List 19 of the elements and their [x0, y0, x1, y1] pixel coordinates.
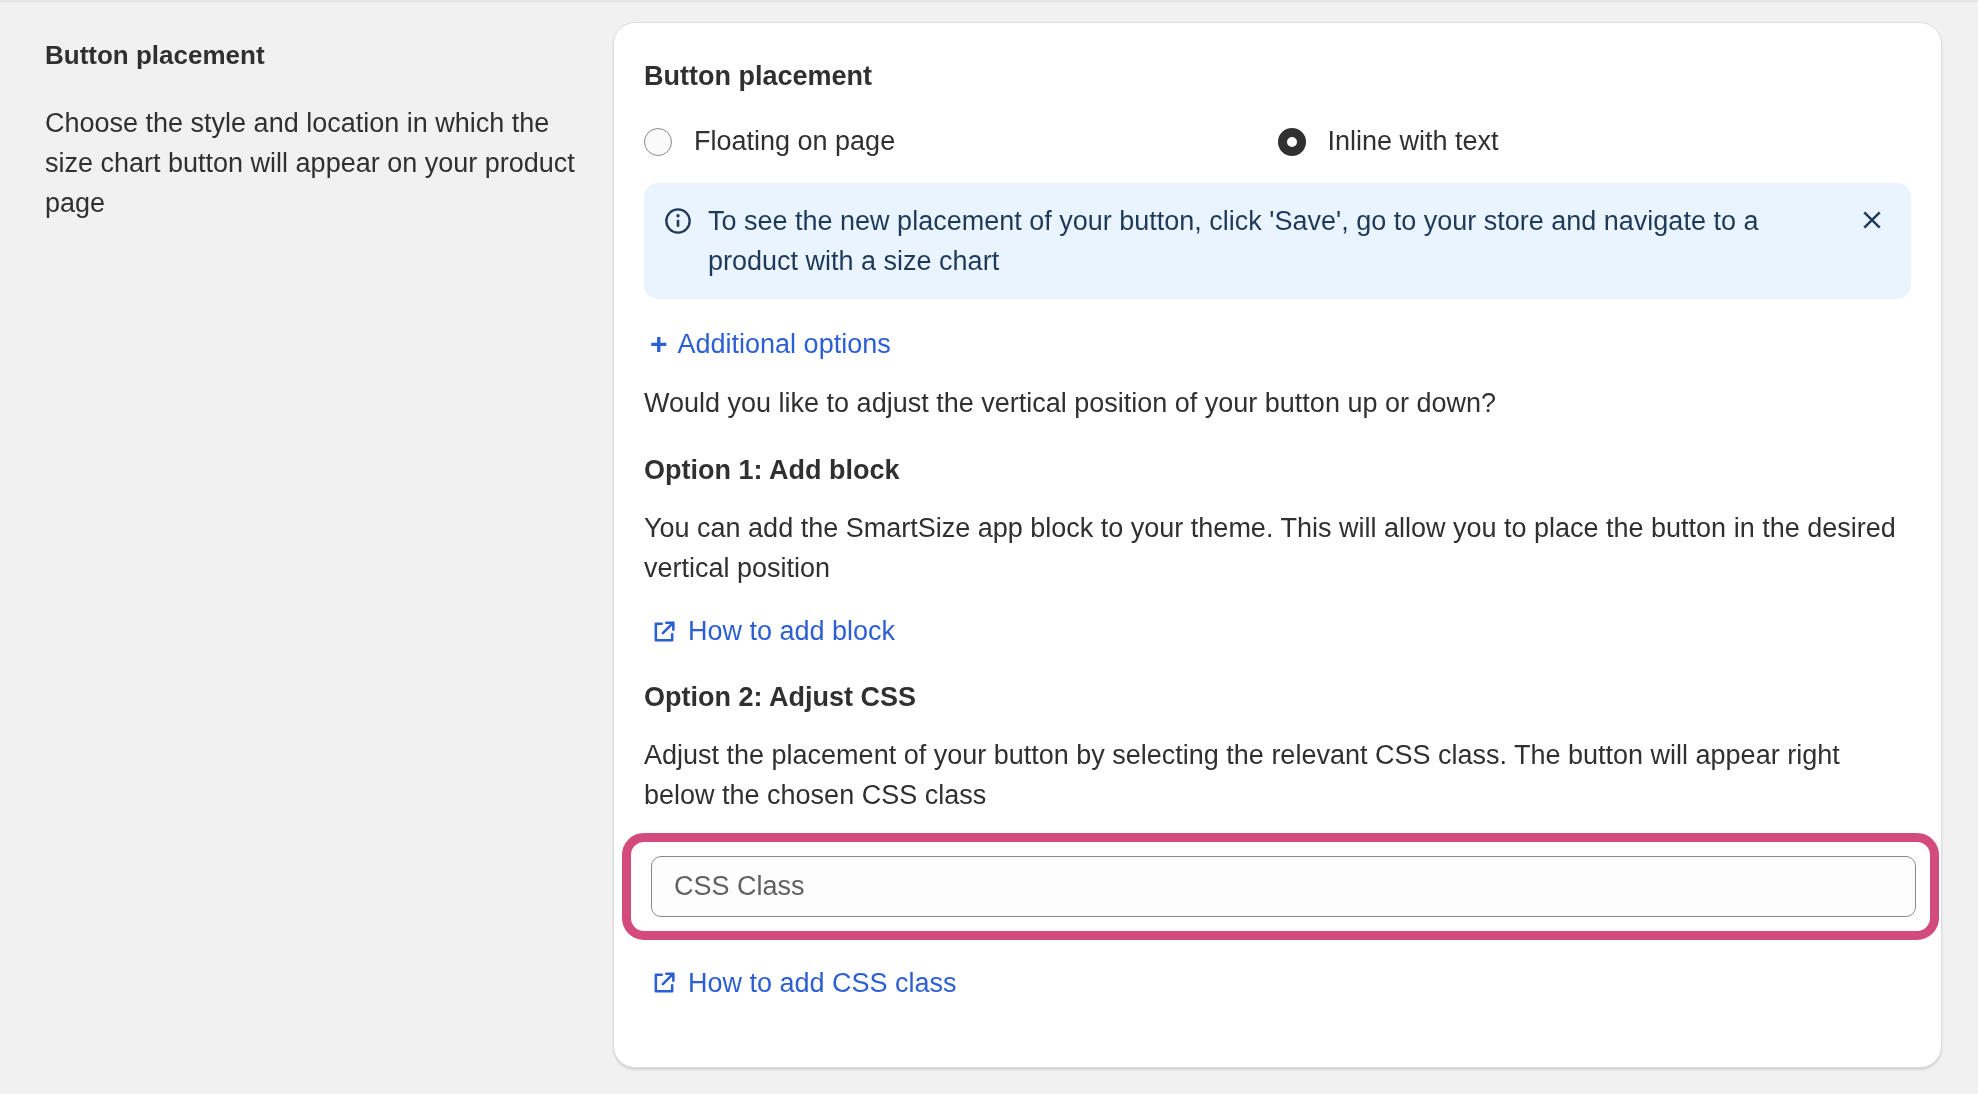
close-icon: [1861, 209, 1883, 231]
external-link[interactable]: How to add CSS class: [650, 967, 957, 999]
additional-options-link[interactable]: + Additional options: [650, 327, 891, 361]
radio-icon[interactable]: [1277, 127, 1306, 156]
info-icon: [664, 207, 692, 235]
banner-text: To see the new placement of your button, click 'Save', go to your store and navigate to a product with a size chart: [708, 205, 1760, 278]
card-title: Button placement: [644, 61, 873, 92]
radio-option[interactable]: Floating on page: [644, 126, 1278, 157]
css-class-input[interactable]: CSS Class: [651, 855, 1916, 917]
question-text: Would you like to adjust the vertical position of your button up or down?: [644, 387, 1497, 420]
section-description: Choose the style and location in which the size chart button will appear on your product page: [45, 107, 576, 220]
option-title: Option 2: Adjust CSS: [644, 681, 917, 713]
option-description: You can add the SmartSize app block to your theme. This will allow you to place the button in the desired vertical position: [644, 512, 1897, 585]
radio-option[interactable]: Inline with text: [1277, 126, 1911, 157]
option-title: Option 1: Add block: [644, 455, 901, 486]
option-description: Adjust the placement of your button by selecting the relevant CSS class. The button will appear right below the chosen CSS class: [644, 738, 1841, 812]
section-title: Button placement: [45, 40, 266, 71]
external-link[interactable]: How to add block: [650, 616, 896, 647]
radio-icon[interactable]: [644, 127, 672, 156]
